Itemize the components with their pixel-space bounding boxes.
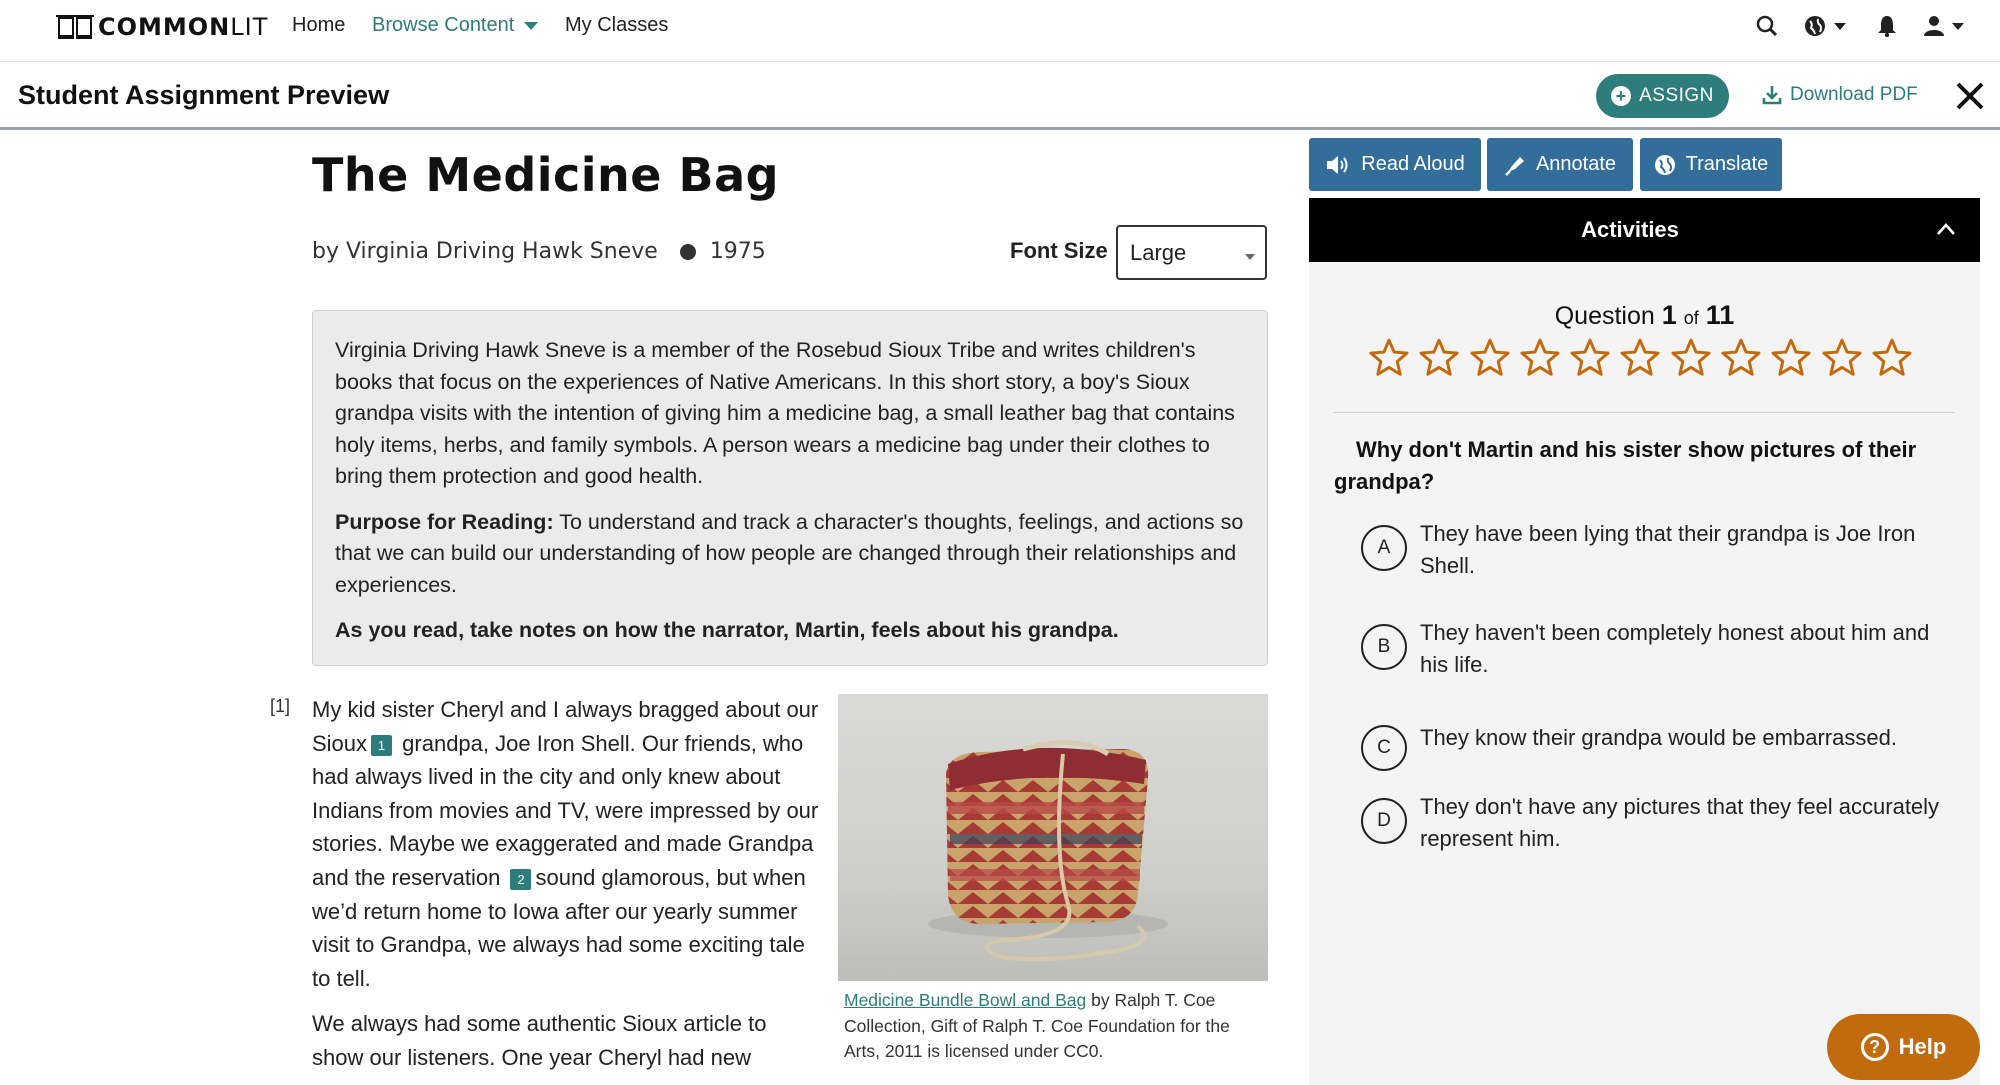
star-icon <box>1520 338 1560 376</box>
language-menu[interactable] <box>1804 14 1846 38</box>
intro-text: Virginia Driving Hawk Sneve is a member … <box>335 338 1235 488</box>
star-icon <box>1470 338 1510 376</box>
page-title: Student Assignment Preview <box>18 80 390 110</box>
star-icon <box>1570 338 1610 376</box>
caption-link[interactable]: Medicine Bundle Bowl and Bag <box>844 990 1086 1010</box>
text-title: The Medicine Bag <box>312 148 780 202</box>
star-icon <box>1721 338 1761 376</box>
choice-letter: A <box>1361 525 1407 571</box>
choice-text: They know their grandpa would be embarra… <box>1420 725 1897 750</box>
divider <box>1334 412 1954 413</box>
question-prompt: Why don't Martin and his sister show pic… <box>1334 437 1917 494</box>
choice-text: They have been lying that their grandpa … <box>1420 521 1916 578</box>
answer-choice-d[interactable]: D They don't have any pictures that they… <box>1361 791 1951 854</box>
help-button[interactable]: ? Help <box>1827 1014 1980 1080</box>
story-text[interactable]: My kid sister Cheryl and I always bragge… <box>312 693 822 1085</box>
star-icon <box>1369 338 1409 376</box>
choice-text: They don't have any pictures that they f… <box>1420 794 1940 851</box>
paragraph-number: [1] <box>270 696 291 716</box>
star-icon <box>1671 338 1711 376</box>
plus-icon: + <box>1611 86 1632 106</box>
globe-icon <box>1654 154 1675 175</box>
globe-icon <box>1805 16 1825 36</box>
activities-header[interactable]: Activities <box>1309 198 1980 262</box>
publication-year: 1975 <box>709 239 766 264</box>
answer-choice-a[interactable]: A They have been lying that their grandp… <box>1361 518 1951 581</box>
font-size-label: Font Size <box>1010 238 1108 263</box>
nav-my-classes[interactable]: My Classes <box>565 14 668 37</box>
question-mark-icon: ? <box>1860 1033 1889 1061</box>
choice-letter: B <box>1361 624 1407 670</box>
user-icon <box>1924 16 1944 36</box>
download-pdf-button[interactable]: Download PDF <box>1762 84 1918 106</box>
speaker-icon <box>1327 155 1348 174</box>
chevron-down-icon <box>1952 22 1964 30</box>
assign-button[interactable]: + ASSIGN <box>1596 74 1729 118</box>
question-counter: Question 1 of 11 <box>1554 300 1735 330</box>
search-icon[interactable] <box>1756 14 1778 38</box>
preview-header: Student Assignment Preview + ASSIGN Down… <box>0 62 2000 130</box>
star-icon <box>1620 338 1660 376</box>
choice-letter: C <box>1361 725 1407 771</box>
annotate-button[interactable]: Annotate <box>1487 138 1633 191</box>
answer-choice-c[interactable]: C They know their grandpa would be embar… <box>1361 718 1951 771</box>
chevron-down-icon <box>524 21 539 30</box>
read-aloud-button[interactable]: Read Aloud <box>1309 138 1481 191</box>
star-icon <box>1872 338 1912 376</box>
nav-browse-content[interactable]: Browse Content <box>372 14 539 37</box>
paragraph-2[interactable]: We always had some authentic Sioux artic… <box>312 1007 822 1074</box>
star-icon <box>1822 338 1862 376</box>
choice-letter: D <box>1361 798 1407 844</box>
medicine-bag-photo <box>838 694 1268 981</box>
highlighter-icon <box>1505 156 1524 176</box>
star-icon <box>1771 338 1811 376</box>
commonlit-logo[interactable]: COMMONLIT <box>56 12 268 42</box>
separator-dot <box>679 243 696 260</box>
chevron-down-icon <box>1834 22 1846 30</box>
author-name: by Virginia Driving Hawk Sneve <box>312 239 658 264</box>
book-icon <box>56 15 94 39</box>
bell-icon[interactable] <box>1877 14 1897 38</box>
introduction-box: Virginia Driving Hawk Sneve is a member … <box>312 310 1268 666</box>
translate-button[interactable]: Translate <box>1640 138 1782 191</box>
byline: by Virginia Driving Hawk Sneve 1975 <box>312 239 766 264</box>
footnote-marker[interactable]: 1 <box>371 734 393 756</box>
download-icon <box>1762 86 1782 105</box>
image-caption: Medicine Bundle Bowl and Bag by Ralph T.… <box>844 990 1230 1061</box>
choice-text: They haven't been completely honest abou… <box>1420 620 1930 677</box>
font-size-select[interactable]: Large <box>1116 225 1267 280</box>
account-menu[interactable] <box>1924 14 1964 38</box>
nav-home[interactable]: Home <box>292 14 345 37</box>
chevron-up-icon <box>1937 223 1955 235</box>
reading-instruction: As you read, take notes on how the narra… <box>335 618 1119 642</box>
footnote-marker[interactable]: 2 <box>510 868 532 890</box>
top-nav: COMMONLIT Home Browse Content My Classes <box>0 0 2000 62</box>
close-icon[interactable] <box>1954 80 1986 112</box>
paragraph-1[interactable]: My kid sister Cheryl and I always bragge… <box>312 693 822 995</box>
purpose-for-reading: Purpose for Reading: To understand and t… <box>335 509 1244 597</box>
question-progress-stars <box>1368 337 1921 379</box>
star-icon <box>1419 338 1459 376</box>
chevron-down-icon <box>1245 254 1255 260</box>
answer-choice-b[interactable]: B They haven't been completely honest ab… <box>1361 617 1951 680</box>
